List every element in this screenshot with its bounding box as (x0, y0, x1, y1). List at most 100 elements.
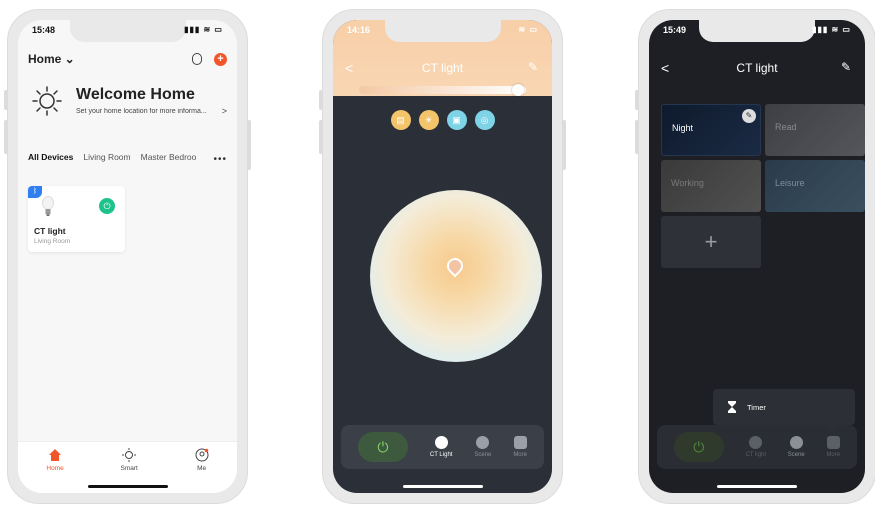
control-bar: ⏻ CT light Scene More (657, 425, 857, 469)
power-button[interactable]: ⏻ (357, 432, 408, 462)
night-mode-icon[interactable]: ◎ (474, 110, 495, 130)
side-button (319, 120, 323, 154)
mode-row: ▤ ☀ ▣ ◎ (333, 110, 552, 130)
home-indicator (717, 485, 797, 488)
edit-icon[interactable]: ✎ (528, 60, 538, 74)
welcome-subtitle: Set your home location for more informa.… (76, 108, 207, 115)
side-button (562, 120, 566, 170)
grid-icon (513, 436, 527, 449)
status-bar: 15:49 ▮▮▮ ≋ ▭ (663, 25, 851, 39)
bulb-icon (434, 436, 448, 449)
page-title: CT light (736, 61, 778, 75)
add-device-icon[interactable]: + (214, 52, 227, 66)
ctrl-ct-light[interactable]: CT light (745, 436, 767, 458)
tab-me-label: Me (197, 465, 207, 472)
device-room: Living Room (34, 238, 71, 245)
screen: 15:48 ▮▮▮ ≋ ▭ Home ⌄ + Welcome Home Set (18, 20, 237, 493)
ctrl-scene-label: Scene (787, 452, 805, 458)
screen: 15:49 ▮▮▮ ≋ ▭ < CT light ✎ Night ✎ Read … (649, 20, 865, 493)
side-button (4, 120, 8, 154)
phone-ct-light-control: 14:16 ≋ ▭ < CT light ✎ ▤ ☀ ▣ ◎ ⏻ CT Ligh… (319, 9, 566, 504)
power-toggle-button[interactable]: ⏻ (99, 198, 115, 214)
tab-smart-label: Smart (120, 465, 138, 472)
brightness-slider[interactable] (359, 84, 526, 96)
status-signal: ▮▮▮ ≋ ▭ (184, 25, 223, 34)
sun-mode-icon[interactable]: ☀ (418, 110, 439, 130)
status-signal: ≋ ▭ (518, 25, 538, 34)
scene-night[interactable]: Night ✎ (661, 104, 761, 156)
side-button (319, 90, 323, 110)
status-time: 15:49 (663, 25, 687, 35)
status-signal: ▮▮▮ ≋ ▭ (812, 25, 851, 34)
scene-grid: Night ✎ Read Working Leisure + (661, 104, 865, 268)
power-button[interactable]: ⏻ (673, 432, 724, 462)
more-tabs-icon[interactable]: ••• (213, 154, 227, 165)
scene-leisure-label: Leisure (775, 178, 805, 188)
timer-label: Timer (747, 402, 766, 412)
edit-icon[interactable]: ✎ (841, 60, 851, 74)
scene-working-label: Working (671, 178, 704, 188)
side-button (247, 120, 251, 170)
tab-master-bedroom[interactable]: Master Bedroo (141, 152, 197, 172)
device-name: CT light (34, 226, 66, 236)
ctrl-more[interactable]: More (513, 436, 527, 458)
phone-scene-screen: 15:49 ▮▮▮ ≋ ▭ < CT light ✎ Night ✎ Read … (635, 9, 875, 504)
bulb-icon (42, 196, 54, 216)
ctrl-more-label: More (513, 452, 527, 458)
scene-read-label: Read (775, 122, 797, 132)
reading-mode-icon[interactable]: ▤ (390, 110, 411, 130)
control-bar: ⏻ CT Light Scene More (341, 425, 544, 469)
bluetooth-icon: ᛒ (28, 186, 42, 198)
home-selector[interactable]: Home ⌄ (28, 52, 75, 66)
ctrl-ct-light[interactable]: CT Light (429, 436, 453, 458)
add-scene-button[interactable]: + (661, 216, 761, 268)
chevron-right-icon: > (221, 106, 227, 116)
grid-icon (826, 436, 840, 449)
scene-icon (789, 436, 803, 449)
slider-thumb[interactable] (512, 84, 524, 96)
profile-icon (195, 448, 209, 462)
scene-night-label: Night (672, 123, 694, 133)
ctrl-ct-light-label: CT Light (429, 452, 453, 458)
color-temperature-wheel[interactable] (370, 190, 542, 362)
side-button (4, 90, 8, 110)
device-card[interactable]: ᛒ ⏻ CT light Living Room (28, 186, 125, 252)
sun-icon (122, 448, 137, 462)
tab-all-devices[interactable]: All Devices (28, 152, 73, 172)
tab-me[interactable]: Me (195, 448, 209, 493)
phone-home-screen: 15:48 ▮▮▮ ≋ ▭ Home ⌄ + Welcome Home Set (4, 9, 251, 504)
home-indicator (87, 485, 168, 488)
side-button (635, 90, 639, 110)
room-tabs: All Devices Living Room Master Bedroo (28, 152, 231, 172)
screen: 14:16 ≋ ▭ < CT light ✎ ▤ ☀ ▣ ◎ ⏻ CT Ligh… (333, 20, 552, 493)
home-icon (49, 449, 62, 461)
ctrl-more[interactable]: More (826, 436, 840, 458)
tab-living-room[interactable]: Living Room (83, 152, 130, 172)
page-title: CT light (421, 61, 464, 75)
welcome-title: Welcome Home (76, 86, 195, 103)
ctrl-scene-label: Scene (474, 452, 492, 458)
ctrl-scene[interactable]: Scene (474, 436, 491, 458)
side-button (635, 120, 639, 154)
wheel-pin-icon[interactable] (443, 254, 467, 278)
scene-icon (476, 436, 490, 449)
scene-leisure[interactable]: Leisure (765, 160, 865, 212)
status-bar: 14:16 ≋ ▭ (347, 25, 538, 39)
scene-read[interactable]: Read (765, 104, 865, 156)
pencil-icon[interactable]: ✎ (742, 109, 756, 123)
image-mode-icon[interactable]: ▣ (446, 110, 467, 130)
ctrl-more-label: More (826, 452, 841, 458)
ctrl-ct-light-label: CT light (745, 452, 767, 458)
status-time: 15:48 (32, 25, 56, 35)
status-time: 14:16 (347, 25, 371, 35)
mic-icon[interactable] (192, 53, 202, 65)
home-header: Home ⌄ + (28, 50, 227, 68)
tab-home-label: Home (46, 465, 64, 472)
ctrl-scene[interactable]: Scene (788, 436, 805, 458)
welcome-banner[interactable]: Welcome Home Set your home location for … (28, 82, 227, 122)
sun-icon (32, 86, 62, 116)
scene-working[interactable]: Working (661, 160, 761, 212)
bulb-icon (749, 436, 763, 449)
timer-popup[interactable]: Timer (713, 389, 855, 431)
tab-home[interactable]: Home (46, 448, 64, 493)
